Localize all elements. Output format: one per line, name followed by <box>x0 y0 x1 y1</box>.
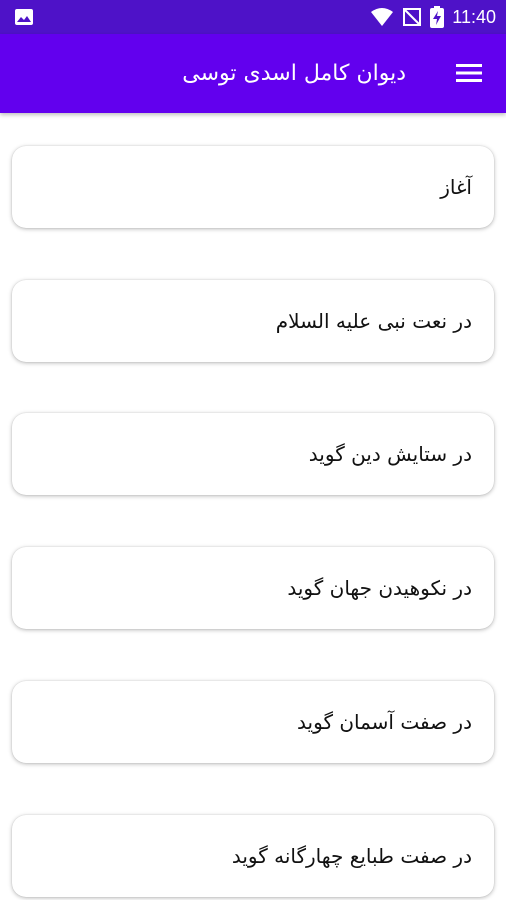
hamburger-menu-icon[interactable] <box>454 60 484 86</box>
list-item-label: در ستایش دین گوید <box>308 442 472 466</box>
list-item-label: آغاز <box>440 175 472 199</box>
chapter-list: آغاز در نعت نبی علیه السلام در ستایش دین… <box>0 113 506 900</box>
list-item-label: در صفت طبایع چهارگانه گوید <box>231 844 472 868</box>
no-signal-icon <box>403 8 422 26</box>
status-bar: 11:40 <box>0 0 506 34</box>
list-item[interactable]: آغاز <box>12 146 494 228</box>
list-item-label: در نکوهیدن جهان گوید <box>287 576 472 600</box>
list-item[interactable]: در ستایش دین گوید <box>12 413 494 495</box>
list-item-label: در نعت نبی علیه السلام <box>275 309 472 333</box>
list-item[interactable]: در صفت طبایع چهارگانه گوید <box>12 815 494 897</box>
list-item[interactable]: در نعت نبی علیه السلام <box>12 280 494 362</box>
app-bar: دیوان کامل اسدی توسی <box>0 34 506 113</box>
wifi-icon <box>371 8 394 26</box>
list-item[interactable]: در نکوهیدن جهان گوید <box>12 547 494 629</box>
list-item[interactable]: در صفت آسمان گوید <box>12 681 494 763</box>
app-title: دیوان کامل اسدی توسی <box>182 61 406 86</box>
battery-charging-icon <box>430 6 445 28</box>
status-icons: 11:40 <box>370 6 496 28</box>
list-item-label: در صفت آسمان گوید <box>297 710 472 734</box>
status-time: 11:40 <box>452 7 496 27</box>
image-icon <box>15 9 33 25</box>
